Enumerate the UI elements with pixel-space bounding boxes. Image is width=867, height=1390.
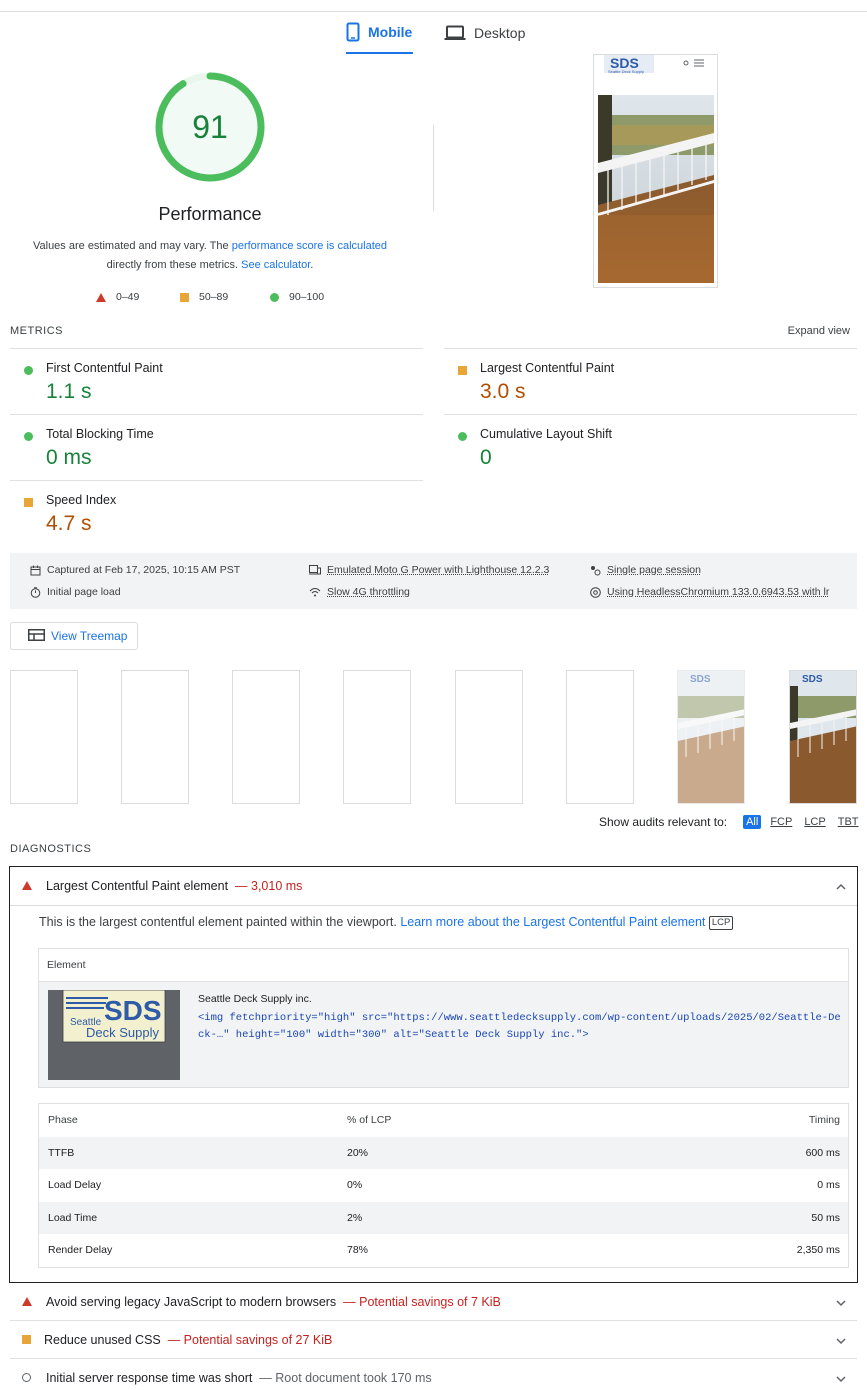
runtime-captured: Captured at Feb 17, 2025, 10:15 AM PST [30, 564, 240, 576]
green-circle-icon [24, 366, 33, 375]
screenshot-header: SDS Seattle Deck Supply [594, 55, 717, 95]
svg-text:SDS: SDS [104, 995, 162, 1026]
devices-icon [309, 565, 321, 575]
filmstrip-frame [232, 670, 300, 804]
runtime-session[interactable]: Single page session [590, 564, 701, 576]
filmstrip-frame [121, 670, 189, 804]
table-row: TTFB 20% 600 ms [39, 1137, 848, 1169]
orange-square-icon [458, 366, 467, 375]
runtime-initial-load: Initial page load [30, 586, 121, 598]
session-icon [590, 565, 601, 576]
filmstrip-frame: SDS [677, 670, 745, 804]
chevron-down-icon[interactable] [835, 1295, 847, 1310]
audit-unused-css[interactable]: Reduce unused CSS — Potential savings of… [10, 1321, 857, 1359]
wifi-icon [309, 587, 321, 597]
orange-square-icon [180, 293, 189, 302]
filter-fcp[interactable]: FCP [767, 815, 795, 829]
element-table: Element SDS Seattle Deck Supply Seattle … [38, 948, 849, 1088]
audit-legacy-javascript[interactable]: Avoid serving legacy JavaScript to moder… [10, 1283, 857, 1321]
metric-fcp: First Contentful Paint 1.1 s [10, 348, 423, 414]
lcp-element-code: <img fetchpriority="high" src="https://w… [198, 1010, 843, 1044]
filmstrip-frame: SDS [789, 670, 857, 804]
laptop-icon [444, 25, 466, 41]
sds-logo-icon: SDS Seattle Deck Supply [594, 55, 718, 95]
table-row: Render Delay 78% 2,350 ms [39, 1234, 848, 1266]
audit-lcp-element-header[interactable]: Largest Contentful Paint element — 3,010… [10, 867, 857, 906]
orange-square-icon [22, 1335, 31, 1344]
lcp-element-name: Seattle Deck Supply inc. [198, 993, 312, 1005]
runtime-throttling[interactable]: Slow 4G throttling [309, 586, 410, 598]
see-calculator-link[interactable]: See calculator [241, 259, 310, 271]
performance-title: Performance [0, 204, 420, 225]
tab-desktop-label: Desktop [474, 25, 525, 41]
red-triangle-icon [22, 881, 32, 890]
final-screenshot: SDS Seattle Deck Supply [593, 54, 718, 288]
element-row: SDS Seattle Deck Supply Seattle Deck Sup… [39, 982, 848, 1087]
filmstrip-frame [10, 670, 78, 804]
deck-photo [598, 95, 714, 283]
green-circle-icon [458, 432, 467, 441]
calendar-icon [30, 565, 41, 576]
metric-tbt: Total Blocking Time 0 ms [10, 414, 423, 480]
audit-server-response[interactable]: Initial server response time was short —… [10, 1359, 857, 1390]
orange-square-icon [24, 498, 33, 507]
filmstrip-frame [566, 670, 634, 804]
chevron-up-icon[interactable] [835, 879, 847, 894]
tab-desktop[interactable]: Desktop [444, 12, 525, 54]
tab-mobile-label: Mobile [368, 24, 412, 40]
lcp-badge: LCP [709, 916, 733, 930]
table-row: Load Time 2% 50 ms [39, 1202, 848, 1234]
legend-item-red: 0–49 [96, 290, 139, 304]
red-triangle-icon [96, 293, 106, 302]
runtime-settings: Captured at Feb 17, 2025, 10:15 AM PST I… [10, 553, 857, 609]
learn-more-lcp-link[interactable]: Learn more about the Largest Contentful … [400, 915, 705, 929]
legend-item-green: 90–100 [270, 290, 324, 304]
treemap-icon [28, 629, 45, 644]
phase-table-header: Phase % of LCP Timing [39, 1104, 848, 1136]
red-triangle-icon [22, 1297, 32, 1306]
runtime-device[interactable]: Emulated Moto G Power with Lighthouse 12… [309, 564, 549, 576]
tab-mobile[interactable]: Mobile [346, 12, 413, 54]
chevron-down-icon[interactable] [835, 1371, 847, 1386]
vertical-divider [433, 125, 434, 211]
phone-icon [346, 22, 360, 42]
device-tabs: Mobile Desktop [0, 12, 867, 54]
filter-tbt[interactable]: TBT [835, 815, 862, 829]
filter-all[interactable]: All [743, 815, 761, 829]
metrics-heading: METRICS [10, 325, 63, 337]
chevron-down-icon[interactable] [835, 1333, 847, 1348]
expand-view-link[interactable]: Expand view [788, 325, 850, 337]
performance-score-value: 91 [155, 72, 265, 182]
lcp-element-thumbnail: SDS Seattle Deck Supply [48, 990, 180, 1080]
view-treemap-button[interactable]: View Treemap [10, 622, 138, 650]
filmstrip-frame [455, 670, 523, 804]
filmstrip-frame [343, 670, 411, 804]
gray-circle-icon [22, 1373, 31, 1382]
filter-lcp[interactable]: LCP [801, 815, 828, 829]
svg-text:Seattle Deck Supply: Seattle Deck Supply [608, 69, 644, 74]
metric-lcp: Largest Contentful Paint 3.0 s [444, 348, 857, 414]
timer-icon [30, 587, 41, 598]
metric-cls: Cumulative Layout Shift 0 [444, 414, 857, 480]
chrome-icon [590, 587, 601, 598]
score-calculated-link[interactable]: performance score is calculated [232, 240, 387, 252]
svg-text:SDS: SDS [802, 674, 823, 685]
green-circle-icon [270, 293, 279, 302]
legend-item-orange: 50–89 [180, 290, 228, 304]
table-row: Load Delay 0% 0 ms [39, 1169, 848, 1201]
green-circle-icon [24, 432, 33, 441]
audit-filter: Show audits relevant to: All FCP LCP TBT [599, 815, 862, 829]
diagnostics-heading: DIAGNOSTICS [10, 843, 91, 855]
audit-description: This is the largest contentful element p… [39, 915, 733, 930]
svg-text:SDS: SDS [690, 674, 711, 685]
audit-lcp-element: Largest Contentful Paint element — 3,010… [9, 866, 858, 1283]
element-table-header: Element [39, 949, 848, 982]
svg-text:Deck Supply: Deck Supply [86, 1025, 159, 1040]
runtime-browser[interactable]: Using HeadlessChromium 133.0.6943.53 wit… [590, 586, 829, 598]
performance-note: Values are estimated and may vary. The p… [30, 237, 390, 275]
metric-speed-index: Speed Index 4.7 s [10, 480, 423, 546]
lcp-phase-table: Phase % of LCP Timing TTFB 20% 600 ms Lo… [38, 1103, 849, 1268]
